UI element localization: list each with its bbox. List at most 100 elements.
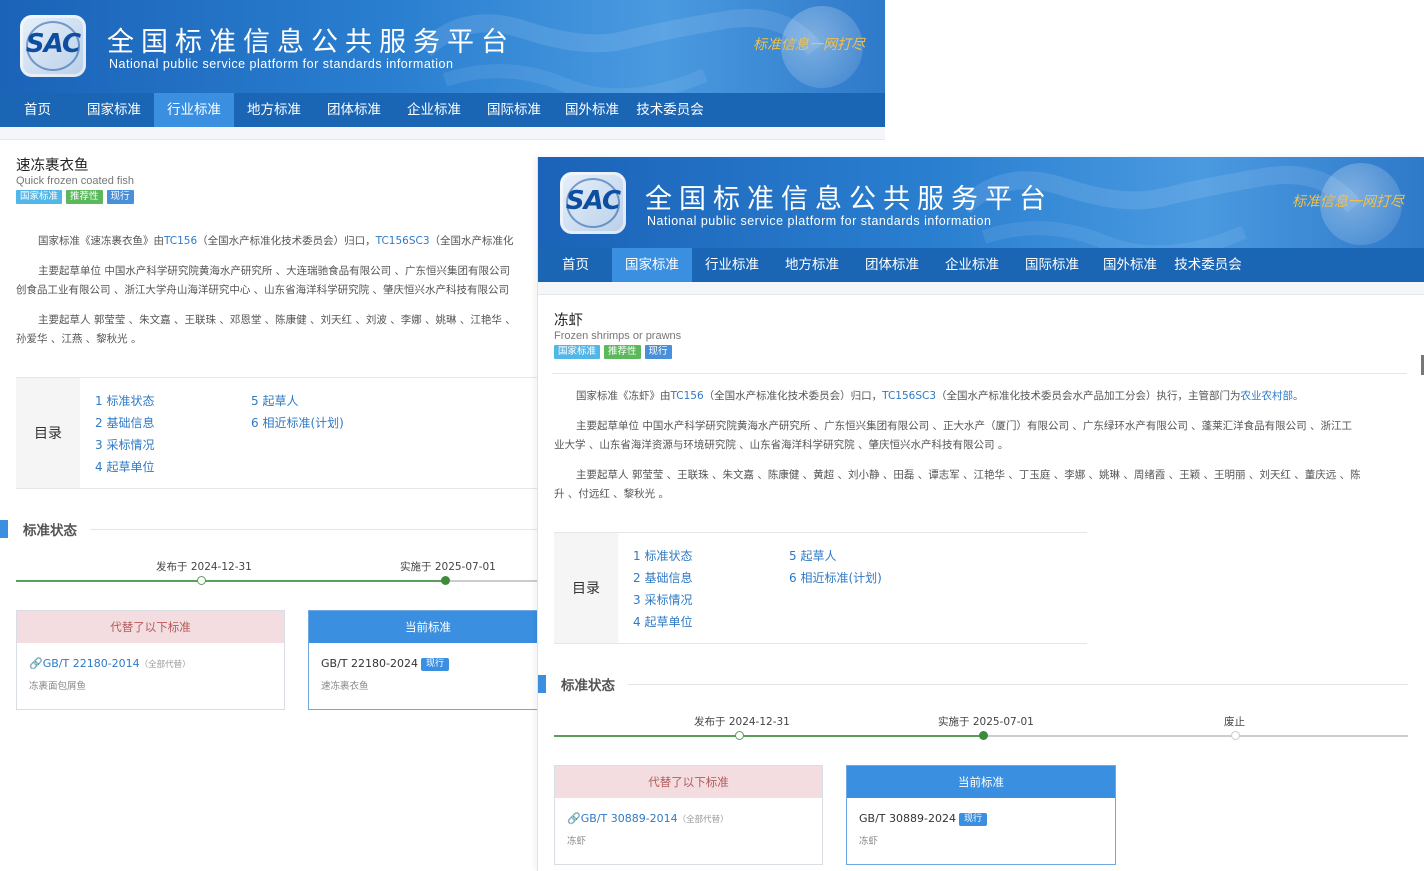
- nav-home[interactable]: 首页: [538, 248, 612, 282]
- section-title: 标准状态: [23, 523, 77, 539]
- replaced-note: （全部代替）: [139, 660, 191, 670]
- nav-group[interactable]: 团体标准: [852, 248, 932, 282]
- current-status-tag: 现行: [420, 658, 449, 671]
- toc-item-basic[interactable]: 2 基础信息: [95, 414, 154, 431]
- main-nav: 首页 国家标准 行业标准 地方标准 团体标准 企业标准 国际标准 国外标准 技术…: [0, 93, 885, 127]
- nav-foreign[interactable]: 国外标准: [554, 93, 630, 127]
- nav-group[interactable]: 团体标准: [314, 93, 394, 127]
- site-banner: SAC 全国标准信息公共服务平台 National public service…: [0, 0, 885, 93]
- toc-item-adoption[interactable]: 3 采标情况: [95, 436, 154, 453]
- department-link[interactable]: 农业农村部: [1241, 390, 1294, 402]
- nav-enterprise[interactable]: 企业标准: [394, 93, 474, 127]
- section-standard-status: 标准状态: [538, 675, 615, 694]
- current-standard-code: GB/T 22180-2024: [321, 657, 418, 670]
- abolish-label: 废止: [1224, 716, 1245, 728]
- current-status-tag: 现行: [958, 813, 987, 826]
- toc-item-units[interactable]: 4 起草单位: [95, 458, 154, 475]
- nav-home[interactable]: 首页: [0, 93, 74, 127]
- current-standard-code: GB/T 30889-2024: [859, 812, 956, 825]
- current-standard-entry: GB/T 30889-2024 现行: [859, 812, 987, 826]
- drafting-units-paragraph: 主要起草单位 中国水产科学研究院黄海水产研究所 、广东恒兴集团有限公司 、正大水…: [554, 420, 1353, 451]
- drafting-units-paragraph: 主要起草单位 中国水产科学研究院黄海水产研究所 、大连瑞驰食品有限公司 、广东恒…: [16, 265, 511, 296]
- site-title: 全国标准信息公共服务平台: [107, 27, 515, 58]
- replaced-note: （全部代替）: [677, 815, 729, 825]
- standard-panel: 冻虾 Frozen shrimps or prawns 国家标准 推荐性 现行 …: [538, 294, 1424, 871]
- site-subtitle: National public service platform for sta…: [109, 57, 454, 71]
- replaced-standards-card: 代替了以下标准 🔗GB/T 30889-2014（全部代替） 冻虾: [554, 765, 823, 865]
- badge-national: 国家标准: [16, 190, 63, 204]
- nav-industry[interactable]: 行业标准: [692, 248, 772, 282]
- replaced-standard-link[interactable]: GB/T 30889-2014: [581, 812, 678, 825]
- toc-item-similar[interactable]: 6 相近标准(计划): [789, 569, 882, 586]
- tc-link[interactable]: TC156: [164, 235, 197, 247]
- section-title: 标准状态: [561, 678, 615, 694]
- current-card-header: 当前标准: [309, 611, 547, 643]
- replaced-standards-card: 代替了以下标准 🔗GB/T 22180-2014（全部代替） 冻裹面包屑鱼: [16, 610, 285, 710]
- nav-local[interactable]: 地方标准: [234, 93, 314, 127]
- section-marker: [538, 675, 546, 693]
- front-window: SAC 全国标准信息公共服务平台 National public service…: [537, 157, 1424, 871]
- section-marker: [0, 520, 8, 538]
- current-card-header: 当前标准: [847, 766, 1115, 798]
- implement-date: 实施于 2025-07-01: [938, 716, 1034, 728]
- nav-industry[interactable]: 行业标准: [154, 93, 234, 127]
- drafters-paragraph: 主要起草人 郭莹莹 、朱文嘉 、王联珠 、邓恩堂 、陈康健 、刘天红 、刘波 、…: [16, 314, 516, 345]
- toc-item-adoption[interactable]: 3 采标情况: [633, 591, 692, 608]
- timeline-dot-abolish: [1231, 731, 1240, 740]
- link-icon: 🔗: [567, 812, 581, 825]
- nav-national[interactable]: 国家标准: [612, 248, 692, 282]
- link-icon: 🔗: [29, 657, 43, 670]
- publish-date: 发布于 2024-12-31: [156, 561, 252, 573]
- toc-item-units[interactable]: 4 起草单位: [633, 613, 692, 630]
- sc-link[interactable]: TC156SC3: [376, 235, 430, 247]
- nav-committee[interactable]: 技术委员会: [630, 93, 710, 127]
- section-standard-status: 标准状态: [0, 520, 77, 539]
- timeline-dot-implement: [441, 576, 450, 585]
- timeline-dot-publish: [197, 576, 206, 585]
- management-paragraph: 国家标准《速冻裹衣鱼》由TC156（全国水产标准化技术委员会）归口，TC156S…: [38, 235, 514, 247]
- sc-link[interactable]: TC156SC3: [882, 390, 936, 402]
- nav-committee[interactable]: 技术委员会: [1168, 248, 1248, 282]
- replaced-card-header: 代替了以下标准: [555, 766, 822, 798]
- nav-local[interactable]: 地方标准: [772, 248, 852, 282]
- current-standard-card: 当前标准 GB/T 22180-2024 现行 速冻裹衣鱼: [308, 610, 548, 710]
- implement-date: 实施于 2025-07-01: [400, 561, 496, 573]
- badge-recommended: 推荐性: [604, 345, 641, 359]
- replaced-standard-link[interactable]: GB/T 22180-2014: [43, 657, 140, 670]
- replaced-standard-entry: 🔗GB/T 22180-2014（全部代替）: [29, 657, 191, 670]
- drafters-paragraph: 主要起草人 郭莹莹 、王联珠 、朱文嘉 、陈康健 、黄超 、刘小静 、田磊 、谭…: [554, 469, 1361, 500]
- current-standard-name: 冻虾: [859, 836, 879, 847]
- standard-title: 冻虾: [554, 313, 583, 329]
- site-banner: SAC 全国标准信息公共服务平台 National public service…: [538, 157, 1424, 250]
- toc-label: 目录: [554, 533, 618, 643]
- current-standard-card: 当前标准 GB/T 30889-2024 现行 冻虾: [846, 765, 1116, 865]
- toc-item-similar[interactable]: 6 相近标准(计划): [251, 414, 344, 431]
- tc-link[interactable]: TC156: [671, 390, 704, 402]
- nav-international[interactable]: 国际标准: [474, 93, 554, 127]
- replaced-standard-name: 冻裹面包屑鱼: [29, 681, 87, 692]
- table-of-contents: 目录 1 标准状态 2 基础信息 3 采标情况 4 起草单位 5 起草人 6 相…: [554, 532, 1087, 644]
- badge-national: 国家标准: [554, 345, 601, 359]
- nav-foreign[interactable]: 国外标准: [1092, 248, 1168, 282]
- table-of-contents: 目录 1 标准状态 2 基础信息 3 采标情况 4 起草单位 5 起草人 6 相…: [16, 377, 556, 489]
- toc-item-basic[interactable]: 2 基础信息: [633, 569, 692, 586]
- replaced-standard-name: 冻虾: [567, 836, 587, 847]
- main-nav: 首页 国家标准 行业标准 地方标准 团体标准 企业标准 国际标准 国外标准 技术…: [538, 248, 1424, 282]
- sac-logo[interactable]: SAC: [20, 15, 86, 77]
- standard-title-en: Quick frozen coated fish: [16, 175, 135, 187]
- toc-item-status[interactable]: 1 标准状态: [633, 547, 692, 564]
- sac-logo[interactable]: SAC: [560, 172, 626, 234]
- standard-title: 速冻裹衣鱼: [16, 158, 89, 174]
- toc-item-drafters[interactable]: 5 起草人: [789, 547, 836, 564]
- publish-date: 发布于 2024-12-31: [694, 716, 790, 728]
- nav-national[interactable]: 国家标准: [74, 93, 154, 127]
- toc-item-status[interactable]: 1 标准状态: [95, 392, 154, 409]
- badge-current: 现行: [106, 190, 134, 204]
- timeline-dot-publish: [735, 731, 744, 740]
- replaced-standard-entry: 🔗GB/T 30889-2014（全部代替）: [567, 812, 729, 825]
- nav-international[interactable]: 国际标准: [1012, 248, 1092, 282]
- site-title: 全国标准信息公共服务平台: [645, 184, 1053, 215]
- nav-enterprise[interactable]: 企业标准: [932, 248, 1012, 282]
- toc-item-drafters[interactable]: 5 起草人: [251, 392, 298, 409]
- site-slogan: 标准信息一网打尽: [1292, 194, 1404, 210]
